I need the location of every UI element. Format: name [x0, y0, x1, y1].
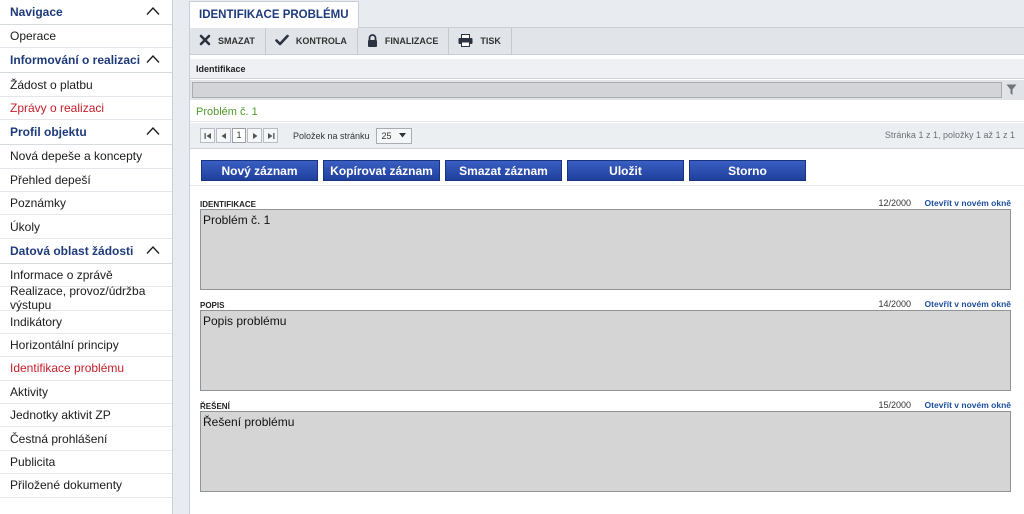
- last-page-icon: [267, 132, 274, 139]
- delete-toolbar-label: SMAZAT: [218, 36, 255, 46]
- sidebar-section-profil-objektu[interactable]: Profil objektu: [0, 120, 172, 146]
- sidebar-item-ukoly[interactable]: Úkoly: [0, 215, 172, 239]
- field-label: IDENTIFIKACE: [200, 200, 256, 209]
- pager-info: Stránka 1 z 1, položky 1 až 1 z 1: [884, 130, 1015, 140]
- sidebar-item-horizontalni-principy[interactable]: Horizontální principy: [0, 334, 172, 358]
- sidebar-section-title: Profil objektu: [10, 125, 87, 140]
- sidebar-item-prehled-depesi[interactable]: Přehled depeší: [0, 169, 172, 192]
- open-new-window-link[interactable]: Otevřít v novém okně: [925, 299, 1011, 309]
- close-icon: [199, 34, 218, 48]
- tab-identifikace-problemu[interactable]: IDENTIFIKACE PROBLÉMU: [189, 1, 359, 28]
- first-page-icon: [204, 132, 211, 139]
- identification-textarea[interactable]: Problém č. 1: [200, 209, 1011, 290]
- sidebar-item-poznamky[interactable]: Poznámky: [0, 192, 172, 216]
- printer-icon: [458, 33, 480, 49]
- sidebar-section-informovani-o-realizaci[interactable]: Informování o realizaci: [0, 48, 172, 74]
- sidebar-item-zpravy-o-realizaci[interactable]: Zprávy o realizaci: [0, 97, 172, 121]
- sidebar-item-zadost-o-platbu[interactable]: Žádost o platbu: [0, 73, 172, 97]
- first-page-button[interactable]: [200, 128, 215, 143]
- sidebar-item-operace[interactable]: Operace: [0, 25, 172, 49]
- page-size-value: 25: [381, 130, 392, 141]
- sidebar-section-datova-oblast-zadosti[interactable]: Datová oblast žádosti: [0, 238, 172, 264]
- check-toolbar-label: KONTROLA: [295, 36, 347, 46]
- sidebar-item-cestna-prohlaseni[interactable]: Čestná prohlášení: [0, 427, 172, 451]
- chevron-down-icon: [398, 133, 406, 138]
- chevron-left-icon: [221, 132, 226, 139]
- print-toolbar-label: TISK: [480, 36, 501, 46]
- sidebar-item-jednotky-aktivit-zp[interactable]: Jednotky aktivit ZP: [0, 404, 172, 428]
- char-counter: 12/2000: [878, 198, 911, 208]
- chevron-right-icon: [252, 132, 257, 139]
- finalize-toolbar-label: FINALIZACE: [384, 36, 439, 46]
- grid-filter-input[interactable]: [192, 82, 1002, 98]
- sidebar-section-title: Datová oblast žádosti: [10, 243, 134, 258]
- grid-column-header[interactable]: Identifikace: [190, 59, 1024, 79]
- identification-field: IDENTIFIKACE 12/2000 Otevřít v novém okn…: [200, 198, 1011, 291]
- action-buttons: Nový záznam Kopírovat záznam Smazat zázn…: [201, 160, 806, 181]
- sidebar-section-title: Navigace: [10, 5, 63, 19]
- sidebar-item-indikatory[interactable]: Indikátory: [0, 311, 172, 334]
- next-page-button[interactable]: [247, 128, 262, 143]
- lock-icon: [367, 33, 385, 49]
- sidebar-item-aktivity[interactable]: Aktivity: [0, 381, 172, 405]
- pager: 1 Položek na stránku 25 Stránka 1 z 1, p…: [190, 123, 1024, 149]
- copy-record-button[interactable]: Kopírovat záznam: [323, 160, 440, 181]
- description-textarea[interactable]: Popis problému: [200, 310, 1011, 391]
- filter-icon[interactable]: [1006, 84, 1017, 99]
- sidebar-item-publicita[interactable]: Publicita: [0, 451, 172, 475]
- char-counter: 14/2000: [878, 299, 911, 309]
- main-area: SMAZAT KONTROLA FINALIZACE TISK Identifi…: [189, 0, 1024, 514]
- new-record-button[interactable]: Nový záznam: [201, 160, 318, 181]
- content-panel: SMAZAT KONTROLA FINALIZACE TISK Identifi…: [189, 27, 1024, 514]
- sidebar-item-nova-depese-a-koncepty[interactable]: Nová depeše a koncepty: [0, 145, 172, 169]
- chevron-up-icon[interactable]: [146, 125, 160, 139]
- solution-textarea[interactable]: Řešení problému: [200, 411, 1011, 492]
- sidebar-item-realizace-provoz-udrzba-vystupu[interactable]: Realizace, provoz/údržba výstupu: [0, 284, 172, 312]
- checkmark-icon: [275, 34, 296, 48]
- table-row[interactable]: Problém č. 1: [190, 102, 1024, 122]
- open-new-window-link[interactable]: Otevřít v novém okně: [925, 400, 1011, 410]
- sidebar-section-title: Informování o realizaci: [10, 53, 141, 68]
- chevron-up-icon[interactable]: [146, 244, 160, 258]
- current-page-input[interactable]: 1: [232, 128, 246, 143]
- toolbar: SMAZAT KONTROLA FINALIZACE TISK: [190, 27, 1024, 55]
- chevron-up-icon[interactable]: [146, 5, 160, 19]
- finalize-toolbar-button[interactable]: FINALIZACE: [358, 27, 450, 55]
- cancel-button[interactable]: Storno: [689, 160, 806, 181]
- save-button[interactable]: Uložit: [567, 160, 684, 181]
- grid-filter-row: [190, 80, 1024, 100]
- open-new-window-link[interactable]: Otevřít v novém okně: [925, 198, 1011, 208]
- print-toolbar-button[interactable]: TISK: [449, 27, 512, 55]
- delete-record-button[interactable]: Smazat záznam: [445, 160, 562, 181]
- description-field: POPIS 14/2000 Otevřít v novém okně Popis…: [200, 299, 1011, 392]
- last-page-button[interactable]: [263, 128, 278, 143]
- char-counter: 15/2000: [878, 400, 911, 410]
- chevron-up-icon[interactable]: [146, 53, 160, 67]
- sidebar-item-prilozene-dokumenty[interactable]: Přiložené dokumenty: [0, 474, 172, 498]
- delete-toolbar-button[interactable]: SMAZAT: [190, 27, 266, 55]
- sidebar-section-navigace[interactable]: Navigace: [0, 0, 172, 25]
- divider: [190, 185, 1024, 186]
- check-toolbar-button[interactable]: KONTROLA: [266, 27, 358, 55]
- field-label: POPIS: [200, 301, 225, 310]
- sidebar-item-identifikace-problemu[interactable]: Identifikace problému: [0, 357, 172, 381]
- field-label: ŘEŠENÍ: [200, 402, 230, 411]
- page-size-select[interactable]: 25: [375, 127, 412, 144]
- items-per-page-label: Položek na stránku: [293, 130, 370, 141]
- solution-field: ŘEŠENÍ 15/2000 Otevřít v novém okně Řeše…: [200, 400, 1011, 493]
- sidebar: Navigace Operace Informování o realizaci Žá…: [0, 0, 173, 514]
- previous-page-button[interactable]: [216, 128, 231, 143]
